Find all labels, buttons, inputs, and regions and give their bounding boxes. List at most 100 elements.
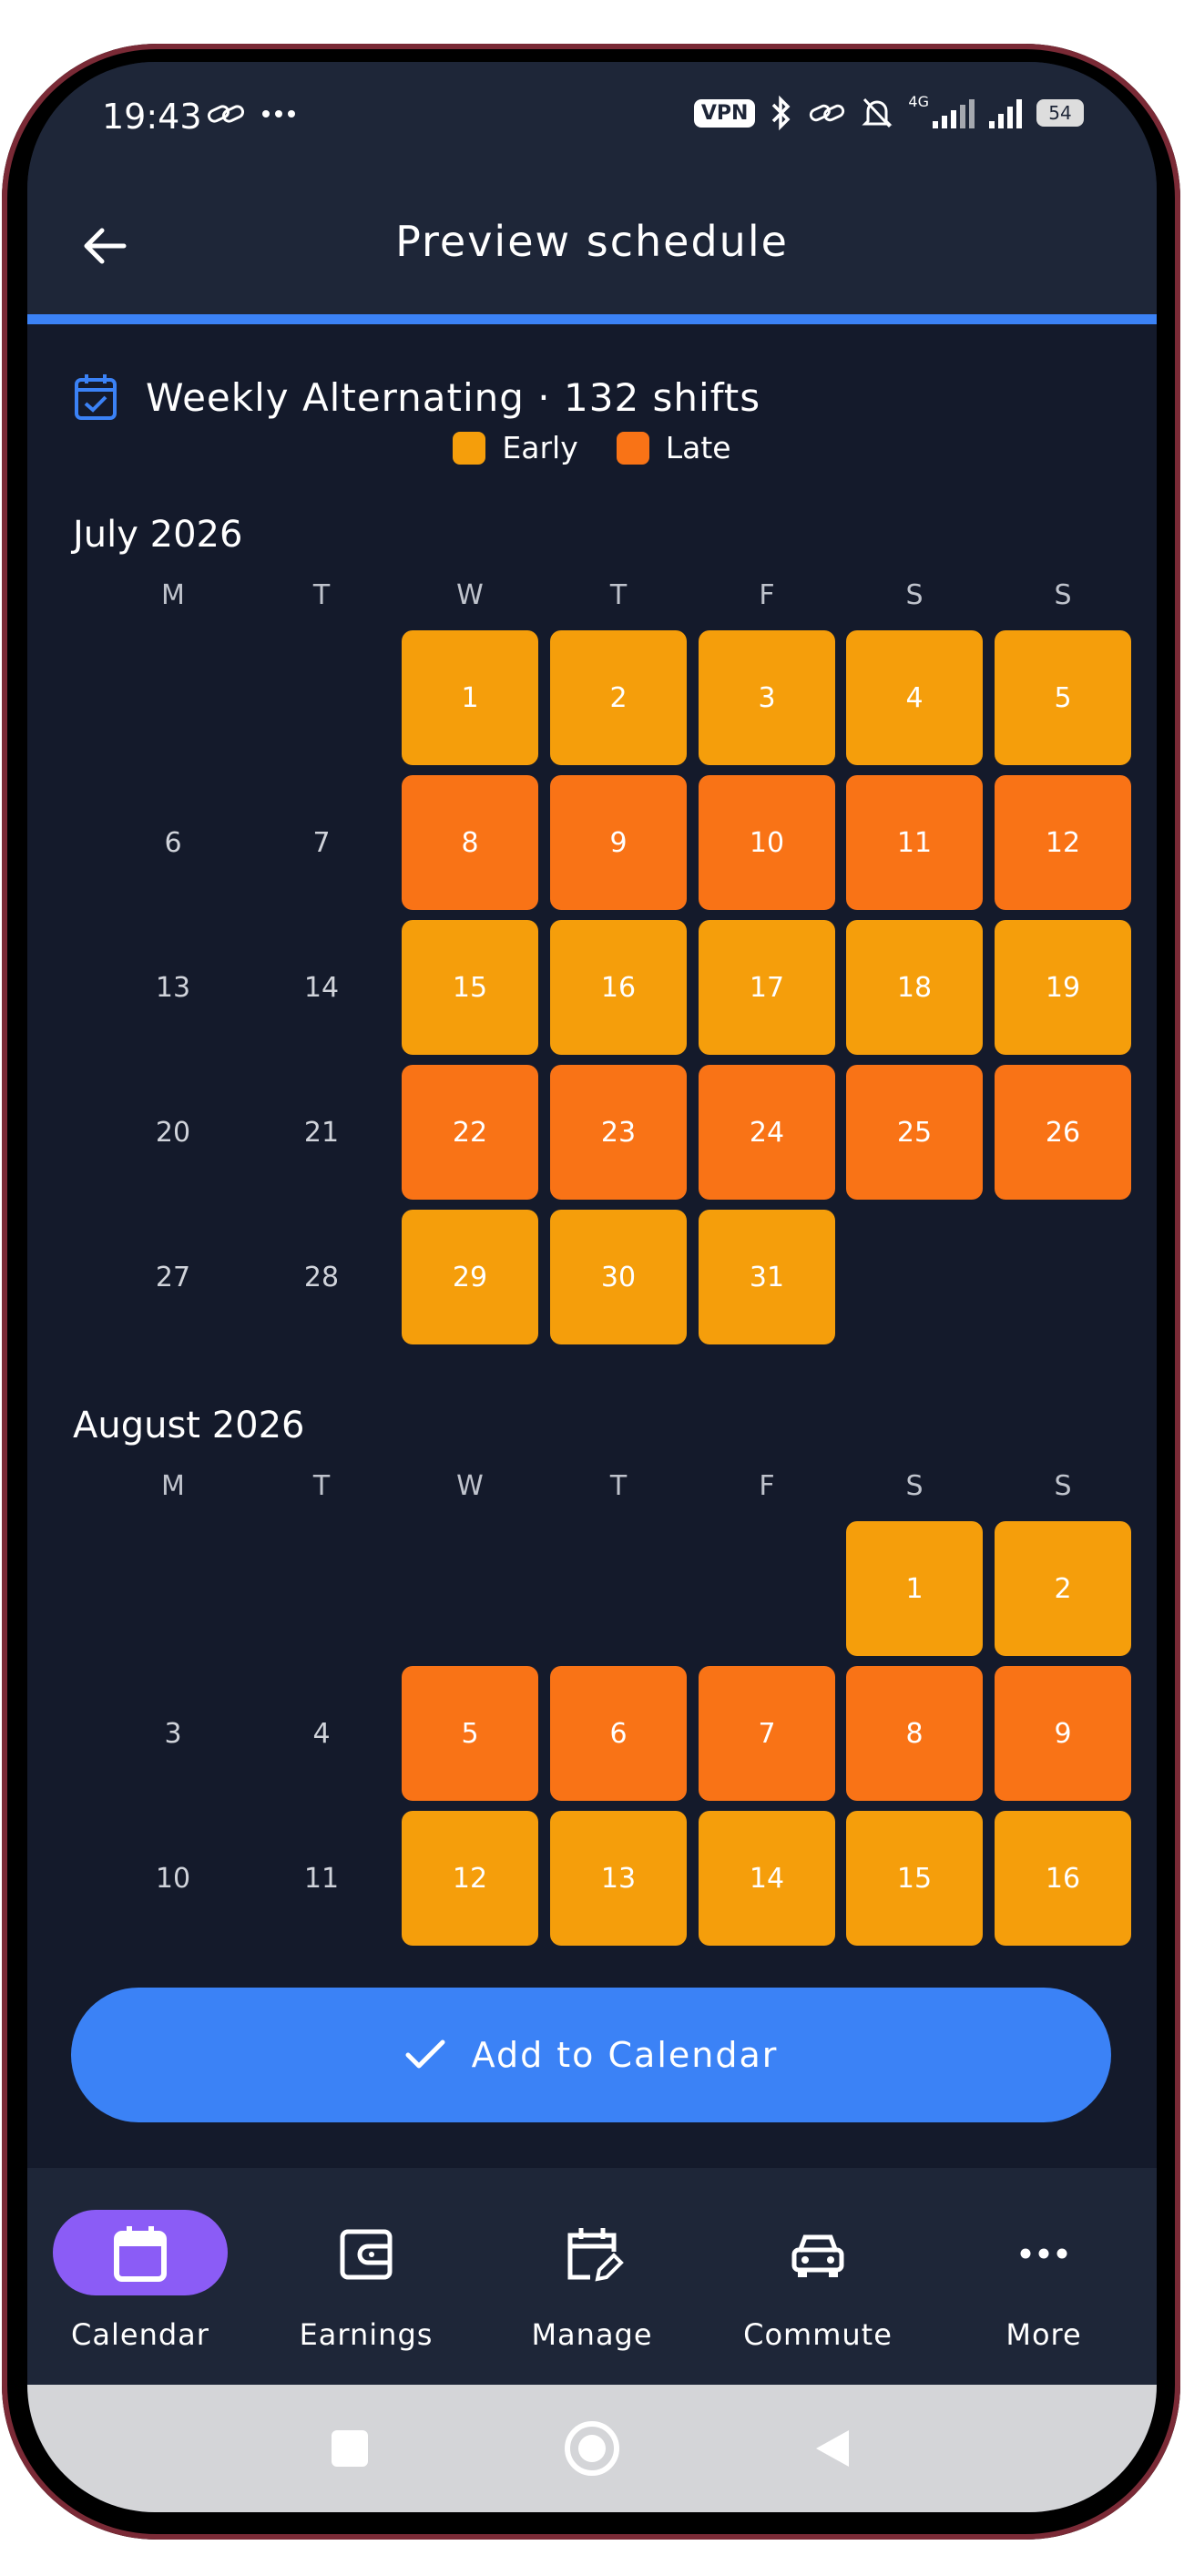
day-cell-early[interactable]: 17	[699, 920, 835, 1055]
day-cell-early[interactable]: 19	[995, 920, 1131, 1055]
day-cell-late[interactable]: 8	[846, 1666, 983, 1801]
progress-bar	[27, 314, 1157, 324]
legend-swatch	[616, 431, 649, 465]
day-cell-early[interactable]: 15	[846, 1811, 983, 1946]
link-icon	[207, 105, 245, 123]
day-cell-early[interactable]: 16	[995, 1811, 1131, 1946]
weekday-label: S	[1054, 579, 1072, 611]
day-cell-late[interactable]: 8	[402, 775, 538, 910]
day-cell[interactable]: 21	[253, 1065, 390, 1200]
home-button[interactable]	[565, 2421, 619, 2476]
page-title: Preview schedule	[395, 217, 789, 266]
day-cell-early[interactable]: 18	[846, 920, 983, 1055]
add-to-calendar-label: Add to Calendar	[471, 2035, 779, 2075]
signal-icon	[933, 97, 975, 128]
signal-icon-2	[989, 97, 1022, 128]
day-number: 30	[600, 1261, 637, 1293]
bluetooth-icon	[772, 95, 791, 131]
day-number: 5	[1054, 681, 1072, 714]
day-number: 1	[461, 681, 479, 714]
nav-item-earnings[interactable]: Earnings	[253, 2168, 479, 2385]
nav-item-calendar[interactable]: Calendar	[27, 2168, 253, 2385]
day-cell[interactable]: 6	[105, 775, 241, 910]
battery-level: 54	[1048, 102, 1072, 124]
add-to-calendar-button[interactable]: Add to Calendar	[71, 1988, 1111, 2122]
weekday-label: T	[609, 579, 628, 611]
day-number: 13	[600, 1862, 637, 1895]
weekday-label: T	[312, 1470, 331, 1502]
calendar-check-icon	[75, 374, 117, 420]
day-cell-early[interactable]: 3	[699, 630, 835, 765]
day-cell-early[interactable]: 5	[995, 630, 1131, 765]
day-cell-late[interactable]: 10	[699, 775, 835, 910]
day-cell-early[interactable]: 15	[402, 920, 538, 1055]
day-cell[interactable]: 10	[105, 1811, 241, 1946]
day-cell[interactable]: 28	[253, 1210, 390, 1344]
day-cell[interactable]: 4	[253, 1666, 390, 1801]
day-cell[interactable]: 20	[105, 1065, 241, 1200]
day-cell-early[interactable]: 13	[550, 1811, 687, 1946]
day-cell-early[interactable]: 2	[995, 1521, 1131, 1656]
day-cell[interactable]: 7	[253, 775, 390, 910]
day-cell[interactable]: 13	[105, 920, 241, 1055]
day-number: 8	[905, 1717, 924, 1750]
day-number: 12	[452, 1862, 488, 1895]
day-cell-late[interactable]: 22	[402, 1065, 538, 1200]
day-number: 7	[758, 1717, 776, 1750]
day-cell-late[interactable]: 25	[846, 1065, 983, 1200]
day-number: 5	[461, 1717, 479, 1750]
app-bar: Preview schedule	[27, 180, 1157, 314]
nav-item-more[interactable]: More	[931, 2168, 1157, 2385]
hotspot-link-icon	[810, 104, 845, 122]
weekday-label: S	[905, 579, 924, 611]
system-navigation-bar	[27, 2385, 1157, 2512]
day-cell-early[interactable]: 2	[550, 630, 687, 765]
day-cell[interactable]: 14	[253, 920, 390, 1055]
day-number: 16	[1045, 1862, 1081, 1895]
day-cell-early[interactable]: 4	[846, 630, 983, 765]
bottom-navigation: Calendar Earnings Manage Commute More	[27, 2168, 1157, 2385]
schedule-preview[interactable]: Weekly Alternating · 132 shifts Early Lat…	[27, 324, 1157, 2019]
day-cell-early[interactable]: 31	[699, 1210, 835, 1344]
day-cell[interactable]: 27	[105, 1210, 241, 1344]
day-number: 20	[155, 1116, 191, 1149]
nav-item-manage[interactable]: Manage	[479, 2168, 705, 2385]
day-cell-late[interactable]: 9	[550, 775, 687, 910]
day-number: 6	[609, 1717, 628, 1750]
calendar-edit-icon	[559, 2221, 625, 2286]
weekday-label: T	[312, 579, 331, 611]
legend-item: Late	[616, 430, 731, 465]
day-number: 31	[749, 1261, 785, 1293]
day-number: 19	[1045, 971, 1081, 1004]
recents-button[interactable]	[332, 2430, 368, 2467]
phone-screen: 19:43 VPN 4G 54 Preview schedule Weekly …	[27, 62, 1157, 2512]
day-cell-late[interactable]: 24	[699, 1065, 835, 1200]
bell-muted-icon	[862, 97, 893, 128]
nav-item-label: Calendar	[71, 2317, 209, 2352]
shift-legend: Early Late	[27, 430, 1157, 465]
day-cell-early[interactable]: 30	[550, 1210, 687, 1344]
day-cell-late[interactable]: 11	[846, 775, 983, 910]
day-number: 4	[905, 681, 924, 714]
nav-item-commute[interactable]: Commute	[705, 2168, 931, 2385]
back-button[interactable]	[812, 2427, 852, 2470]
day-cell-late[interactable]: 5	[402, 1666, 538, 1801]
day-cell[interactable]: 3	[105, 1666, 241, 1801]
day-number: 18	[896, 971, 933, 1004]
day-number: 15	[896, 1862, 933, 1895]
day-cell-late[interactable]: 23	[550, 1065, 687, 1200]
day-cell[interactable]: 11	[253, 1811, 390, 1946]
day-number: 3	[758, 681, 776, 714]
day-cell-late[interactable]: 12	[995, 775, 1131, 910]
day-cell-late[interactable]: 26	[995, 1065, 1131, 1200]
day-cell-early[interactable]: 14	[699, 1811, 835, 1946]
day-cell-late[interactable]: 7	[699, 1666, 835, 1801]
calendar-icon	[107, 2221, 173, 2286]
day-cell-late[interactable]: 6	[550, 1666, 687, 1801]
day-cell-early[interactable]: 1	[846, 1521, 983, 1656]
day-cell-early[interactable]: 16	[550, 920, 687, 1055]
day-cell-early[interactable]: 1	[402, 630, 538, 765]
day-cell-early[interactable]: 29	[402, 1210, 538, 1344]
day-cell-late[interactable]: 9	[995, 1666, 1131, 1801]
day-cell-early[interactable]: 12	[402, 1811, 538, 1946]
